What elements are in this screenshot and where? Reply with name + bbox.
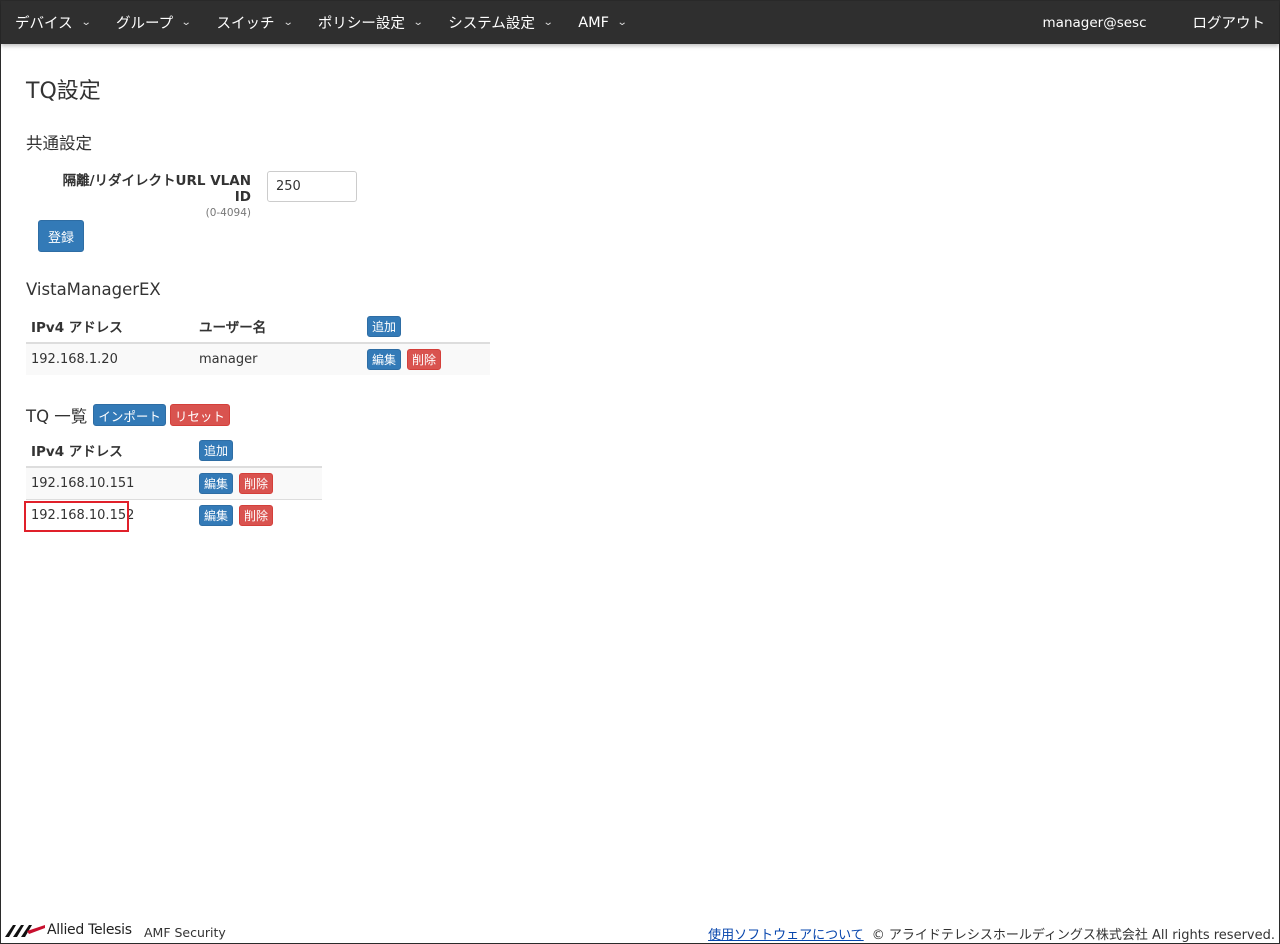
nav-amf[interactable]: AMF ⌄ — [565, 1, 639, 44]
nav-switches[interactable]: スイッチ ⌄ — [204, 1, 305, 44]
vista-header-actions: 追加 — [362, 310, 490, 344]
product-name: AMF Security — [144, 925, 226, 940]
vista-row-user: manager — [194, 342, 362, 375]
footer: Allied Telesis AMF Security 使用ソフトウェアについて… — [1, 919, 1279, 943]
logo-mark-icon — [5, 925, 45, 937]
chevron-down-icon: ⌄ — [542, 17, 554, 28]
tq-delete-button[interactable]: 削除 — [239, 504, 274, 526]
nav-menu: デバイス ⌄ グループ ⌄ スイッチ ⌄ ポリシー設定 ⌄ システム設定 ⌄ AMF ⌄ — [1, 1, 639, 44]
nav-devices[interactable]: デバイス ⌄ — [1, 1, 103, 44]
page-title: TQ設定 — [26, 79, 101, 104]
table-row: 192.168.1.20 manager 編集 削除 — [26, 342, 490, 375]
logo-text: Allied Telesis — [47, 922, 132, 938]
nav-right: manager@sesc ログアウト — [1043, 1, 1279, 44]
allied-telesis-logo: Allied Telesis — [5, 922, 132, 938]
register-button[interactable]: 登録 — [38, 220, 84, 252]
table-row: 192.168.10.151 編集 削除 — [26, 466, 322, 499]
vlan-id-input[interactable] — [267, 171, 357, 202]
tq-import-button[interactable]: インポート — [93, 404, 166, 426]
tq-row-ip: 192.168.10.151 — [26, 466, 194, 499]
vista-header-ip: IPv4 アドレス — [26, 310, 194, 344]
logout-link[interactable]: ログアウト — [1193, 12, 1266, 33]
tq-list-title: TQ 一覧 — [26, 407, 88, 426]
vista-table: IPv4 アドレス ユーザー名 追加 192.168.1.20 manager … — [26, 310, 490, 375]
current-user: manager@sesc — [1042, 14, 1147, 31]
common-settings-title: 共通設定 — [26, 134, 92, 153]
vlan-range-hint: (0-4094) — [205, 207, 251, 219]
tq-edit-button[interactable]: 編集 — [199, 504, 234, 526]
nav-system[interactable]: システム設定 ⌄ — [435, 1, 565, 44]
chevron-down-icon: ⌄ — [282, 17, 294, 28]
vlan-label: 隔離/リダイレクトURL VLAN ID (0-4094) — [45, 169, 251, 219]
vista-add-button[interactable]: 追加 — [367, 315, 402, 337]
tq-reset-button[interactable]: リセット — [169, 404, 230, 426]
tq-delete-button[interactable]: 削除 — [239, 472, 274, 494]
highlight-box — [24, 501, 129, 532]
chevron-down-icon: ⌄ — [80, 17, 92, 28]
tq-edit-button[interactable]: 編集 — [199, 472, 234, 494]
tq-header-ip: IPv4 アドレス — [26, 434, 194, 468]
vista-row-ip: 192.168.1.20 — [26, 342, 194, 375]
chevron-down-icon: ⌄ — [412, 17, 424, 28]
tq-row-actions: 編集 削除 — [194, 498, 322, 531]
vista-row-actions: 編集 削除 — [362, 342, 490, 375]
nav-groups[interactable]: グループ ⌄ — [103, 1, 204, 44]
footer-right: 使用ソフトウェアについて © アライドテレシスホールディングス株式会社 All r… — [708, 924, 1275, 943]
tq-row-actions: 編集 削除 — [194, 466, 322, 499]
chevron-down-icon: ⌄ — [180, 17, 192, 28]
vlan-label-text: 隔離/リダイレクトURL VLAN ID — [62, 173, 251, 205]
vista-edit-button[interactable]: 編集 — [367, 349, 402, 370]
copyright: © アライドテレシスホールディングス株式会社 All rights reserv… — [871, 928, 1275, 943]
vista-delete-button[interactable]: 削除 — [407, 349, 442, 370]
chevron-down-icon: ⌄ — [616, 17, 628, 28]
vista-title: VistaManagerEX — [26, 280, 161, 299]
nav-policy[interactable]: ポリシー設定 ⌄ — [305, 1, 435, 44]
tq-list-header: TQ 一覧 インポート リセット — [26, 403, 234, 427]
top-navbar: デバイス ⌄ グループ ⌄ スイッチ ⌄ ポリシー設定 ⌄ システム設定 ⌄ AMF ⌄ m… — [1, 1, 1279, 44]
vista-header-user: ユーザー名 — [194, 310, 362, 344]
tq-add-button[interactable]: 追加 — [199, 439, 234, 461]
tq-header-actions: 追加 — [194, 434, 322, 468]
software-info-link[interactable]: 使用ソフトウェアについて — [708, 928, 864, 943]
